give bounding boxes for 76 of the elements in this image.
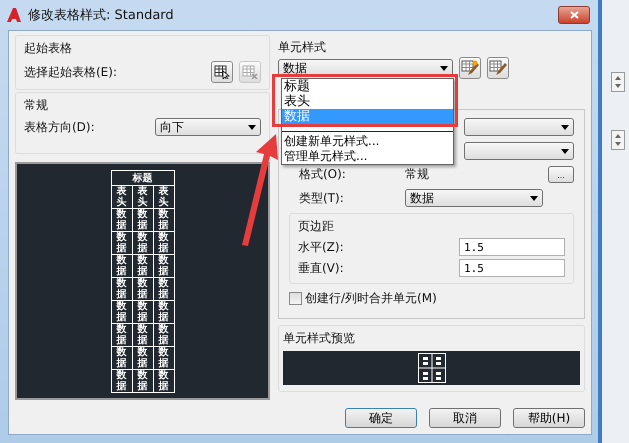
merge-checkbox[interactable] (289, 292, 302, 305)
format-value: 常规 (405, 166, 430, 183)
dialog-button[interactable]: 帮助(H) (513, 408, 585, 428)
dialog-button[interactable]: 确定 (345, 408, 417, 428)
group-title: 单元样式 (278, 39, 327, 56)
preview-data-cell: 数据 (153, 346, 174, 370)
preview-data-cell: 数据 (153, 278, 174, 300)
preview-header-cell: 表头 (132, 186, 153, 208)
field-label: 类型(T): (299, 190, 345, 206)
checkbox-label: 创建行/列时合并单元(M) (305, 290, 437, 307)
property-dropdown[interactable] (464, 118, 574, 136)
spin-icon (611, 130, 625, 150)
caret-icon (248, 124, 256, 130)
remove-table-button[interactable] (239, 61, 261, 83)
margin-input[interactable]: 1.5 (459, 238, 565, 256)
margin-input[interactable]: 1.5 (459, 259, 565, 277)
group-title: 单元样式预览 (283, 330, 356, 347)
table-pick-icon (214, 65, 230, 79)
close-button[interactable] (558, 6, 590, 24)
property-dropdown[interactable] (464, 142, 574, 160)
preview-data-cell: 数据 (153, 324, 174, 346)
caret-icon (561, 148, 569, 154)
caret-icon (561, 124, 569, 130)
field-label: 表格方向(D): (24, 118, 95, 136)
preview-data-cell: 数据 (132, 346, 153, 370)
group-title: 起始表格 (24, 40, 73, 57)
window-title: 修改表格样式: Standard (28, 7, 175, 24)
preview-data-cell: 数据 (111, 232, 132, 254)
direction-dropdown[interactable]: 向下 (155, 118, 261, 136)
preview-header-cell: 表头 (111, 186, 132, 208)
preview-data-cell: 数据 (132, 254, 153, 278)
table-delete-icon (242, 65, 258, 79)
preview-data-cell: 数据 (132, 232, 153, 254)
manage-cell-style-button[interactable] (487, 57, 509, 79)
table-brush-icon (461, 60, 479, 76)
field-label: 垂直(V): (298, 260, 344, 276)
preview-data-cell: 数据 (153, 300, 174, 324)
dropdown-item[interactable]: 表头 (282, 94, 453, 109)
preview-data-cell: 数据 (153, 232, 174, 254)
dropdown-action[interactable]: 管理单元样式... (282, 149, 453, 164)
field-label: 格式(O): (299, 166, 347, 183)
dialog-button[interactable]: 取消 (429, 408, 501, 428)
preview-data-cell: 数据 (132, 278, 153, 300)
preview-data-cell: 数据 (153, 254, 174, 278)
close-icon (570, 11, 578, 19)
preview-data-cell: 数据 (132, 370, 153, 392)
preview-data-cell: 数据 (153, 208, 174, 232)
dropdown-action[interactable]: 创建新单元样式... (282, 134, 453, 149)
group-title: 常规 (24, 97, 49, 114)
format-button[interactable]: ... (548, 166, 574, 183)
field-label: 选择起始表格(E): (24, 64, 118, 80)
preview-title-cell: 标题 (111, 170, 174, 186)
preview-data-cell: 数据 (111, 300, 132, 324)
spin-icon (611, 72, 625, 92)
preview-data-cell: 数据 (111, 254, 132, 278)
preview-data-cell: 数据 (132, 208, 153, 232)
preview-header-cell: 表头 (153, 186, 174, 208)
preview-data-cell: 数据 (132, 300, 153, 324)
caret-icon (530, 196, 538, 200)
new-cell-style-button[interactable] (459, 57, 481, 79)
preview-data-cell: 数据 (153, 370, 174, 392)
field-label: 水平(Z): (298, 238, 344, 256)
type-dropdown[interactable]: 数据 (405, 189, 543, 207)
preview-data-cell: 数据 (111, 324, 132, 346)
preview-data-cell: 数据 (111, 278, 132, 300)
table-brush-icon (489, 60, 507, 76)
preview-data-cell: 数据 (111, 370, 132, 392)
preview-data-cell: 数据 (111, 346, 132, 370)
preview-data-cell: 数据 (111, 208, 132, 232)
caret-icon (440, 66, 448, 70)
app-logo-icon (6, 7, 22, 23)
preview-data-cell: 数据 (132, 324, 153, 346)
dropdown-item[interactable]: 标题 (282, 79, 453, 94)
cell-preview-drawing (418, 353, 446, 383)
group-title: 页边距 (298, 218, 335, 235)
select-table-button[interactable] (211, 61, 233, 83)
